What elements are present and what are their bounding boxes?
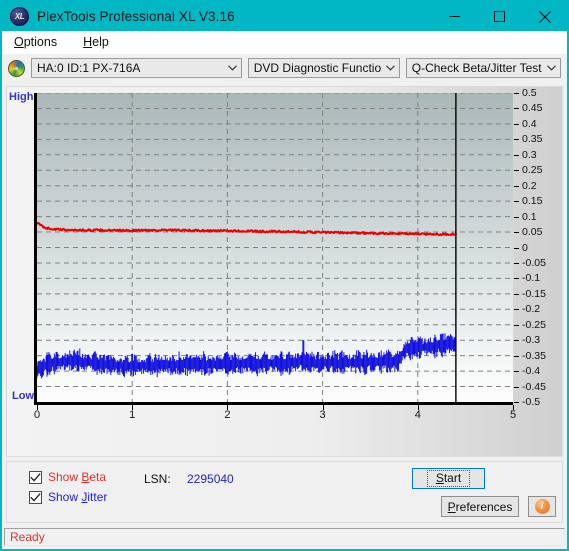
graph-panel: High Low 0.5 0.45 0.4 0.35 0.3 0.25 0.2 0.15 0.1… (6, 86, 563, 457)
y-axis-tick-label: 0.3 (522, 148, 537, 161)
y-axis-tick-label: -0.5 (522, 396, 541, 408)
status-bar: Ready (4, 527, 565, 547)
x-axis-tick-mark (513, 405, 514, 410)
x-axis-tick-label: 1 (129, 409, 136, 421)
y-axis-tick-mark (514, 262, 519, 264)
chevron-down-icon (382, 65, 399, 71)
test-select[interactable]: Q-Check Beta/Jitter Test (405, 58, 561, 78)
show-beta-label: Show Beta (48, 470, 107, 484)
info-button[interactable]: i (528, 496, 556, 517)
drive-select[interactable]: HA:0 ID:1 PX-716A (31, 58, 242, 78)
x-axis-tick-label: 2 (224, 409, 231, 421)
xl-disc-icon: XL (10, 7, 29, 26)
axis-annotation-low: Low (12, 390, 34, 402)
y-axis-tick-mark (514, 355, 519, 357)
chevron-down-icon (224, 65, 241, 71)
lsn-value: 2295040 (187, 472, 234, 486)
y-axis-tick-mark (514, 402, 519, 403)
y-axis-tick-mark (514, 93, 519, 94)
y-axis-tick-label: 0.5 (522, 87, 537, 99)
lsn-label: LSN: (144, 472, 171, 486)
start-button[interactable]: Start (412, 468, 485, 489)
y-axis-tick-label: -0.45 (522, 380, 546, 393)
x-axis-tick-label: 4 (414, 409, 421, 421)
y-axis-tick-mark (514, 139, 519, 141)
y-axis-tick-mark (514, 324, 519, 326)
y-axis-tick-label: -0.25 (522, 318, 546, 331)
drive-select-value: HA:0 ID:1 PX-716A (37, 61, 141, 75)
y-axis-tick-mark (514, 371, 519, 373)
y-axis-tick-label: 0.4 (522, 117, 537, 130)
close-icon[interactable] (522, 2, 567, 31)
x-axis-tick-label: 0 (33, 409, 41, 421)
test-select-value: Q-Check Beta/Jitter Test (411, 61, 542, 75)
window-title: PlexTools Professional XL V3.16 (37, 9, 235, 24)
y-axis-tick-mark (514, 108, 519, 110)
x-axis-tick-label: 3 (319, 409, 326, 421)
toolbar: HA:0 ID:1 PX-716A DVD Diagnostic Functio… (2, 54, 567, 82)
minimize-icon[interactable] (432, 2, 477, 31)
y-axis-tick-mark (514, 170, 519, 172)
axis-annotation-high: High (9, 91, 34, 103)
start-button-label: Start (426, 470, 471, 487)
application-window: XL PlexTools Professional XL V3.16 Optio… (0, 0, 569, 551)
x-axis-tick-mark (132, 405, 134, 410)
y-axis-tick-label: 0.05 (522, 226, 543, 239)
y-axis-tick-mark (514, 278, 519, 280)
y-axis-tick-mark (514, 154, 519, 156)
window-controls (432, 2, 567, 31)
y-axis-tick-mark (514, 309, 519, 311)
x-axis-tick-mark (37, 405, 38, 410)
checkmark-icon (29, 490, 42, 504)
options-panel: Show Beta Show Jitter LSN: 2295040 Start… (6, 461, 563, 523)
y-axis-tick-label: -0.3 (522, 334, 541, 347)
status-panel: Ready (4, 528, 565, 546)
y-axis-tick-label: -0.05 (522, 256, 546, 269)
x-axis-tick-mark (322, 405, 324, 410)
info-icon: i (534, 499, 550, 514)
x-axis-tick-mark (227, 405, 229, 410)
y-axis-tick-label: 0.35 (522, 133, 543, 146)
y-axis-tick-mark (514, 293, 519, 295)
checkmark-icon (29, 470, 42, 484)
beta-jitter-plot[interactable] (34, 93, 513, 405)
function-select-value: DVD Diagnostic Functions (253, 61, 382, 75)
y-axis-tick-label: -0.1 (522, 272, 541, 285)
y-axis-tick-label: -0.2 (522, 303, 541, 316)
chevron-down-icon (543, 65, 560, 71)
preferences-button-label: Preferences (447, 499, 513, 514)
y-axis-tick-label: -0.15 (522, 287, 546, 300)
optical-disc-icon (8, 59, 25, 77)
preferences-button[interactable]: Preferences (441, 496, 519, 517)
y-axis-tick-mark (514, 386, 519, 388)
show-jitter-label: Show Jitter (48, 490, 108, 504)
maximize-icon[interactable] (477, 2, 522, 31)
y-axis-tick-label: 0.2 (522, 179, 537, 192)
y-axis-tick-label: 0.1 (522, 210, 537, 223)
show-jitter-checkbox[interactable]: Show Jitter (29, 490, 107, 504)
y-axis-tick-mark (514, 123, 519, 125)
x-axis-tick-mark (417, 405, 419, 410)
y-axis-tick-mark (514, 185, 519, 187)
y-axis-tick-mark (514, 216, 519, 218)
y-axis-tick-mark (514, 232, 519, 234)
x-axis-tick-label: 5 (509, 409, 517, 421)
plot-canvas (37, 93, 513, 402)
y-axis-tick-label: 0.45 (522, 102, 543, 115)
y-axis-tick-mark (514, 201, 519, 203)
menu-item-help[interactable]: Help (79, 33, 119, 51)
show-beta-checkbox[interactable]: Show Beta (29, 470, 106, 484)
y-axis-tick-label: 0 (522, 241, 528, 254)
menu-bar: Options Help (2, 31, 567, 54)
menu-item-options[interactable]: Options (10, 33, 67, 51)
y-axis-tick-mark (514, 340, 519, 342)
y-axis-tick-label: 0.25 (522, 164, 543, 177)
y-axis-tick-label: -0.4 (522, 365, 541, 378)
y-axis-tick-mark (514, 247, 519, 249)
y-axis-tick-label: 0.15 (522, 195, 543, 208)
function-select[interactable]: DVD Diagnostic Functions (247, 58, 400, 78)
status-text: Ready (10, 530, 45, 544)
title-bar: XL PlexTools Professional XL V3.16 (2, 2, 567, 31)
y-axis-tick-label: -0.35 (522, 349, 546, 362)
